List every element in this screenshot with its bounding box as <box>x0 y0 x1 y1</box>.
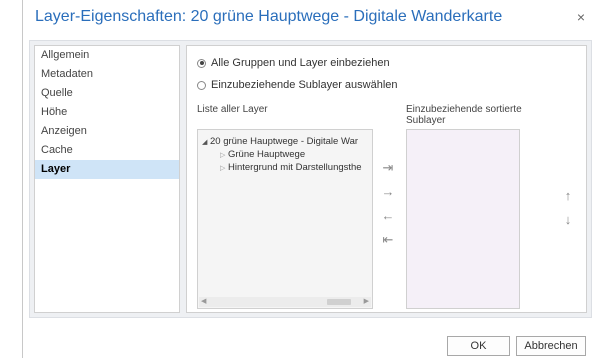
nav-item-quelle[interactable]: Quelle <box>35 84 179 103</box>
sorted-sublayer-list[interactable] <box>406 129 520 309</box>
select-sublayers-radio[interactable] <box>197 80 206 90</box>
tree-item-root[interactable]: ◢ 20 grüne Hauptwege - Digitale War <box>202 135 358 148</box>
nav-item-allgemein[interactable]: Allgemein <box>35 46 179 65</box>
scrollbar-thumb[interactable] <box>327 299 351 305</box>
move-up-icon[interactable]: ↑ <box>560 189 576 203</box>
tree-item-label: 20 grüne Hauptwege - Digitale War <box>210 136 359 147</box>
nav-item-hoehe[interactable]: Höhe <box>35 103 179 122</box>
dialog-title: Layer-Eigenschaften: 20 grüne Hauptwege … <box>35 8 503 25</box>
nav-item-metadaten[interactable]: Metadaten <box>35 65 179 84</box>
layer-tree[interactable]: ◢ 20 grüne Hauptwege - Digitale War ▷ Grün… <box>197 129 373 309</box>
include-all-label: Alle Gruppen und Layer einbeziehen <box>211 57 390 69</box>
remove-icon[interactable]: ← <box>380 209 396 223</box>
expanded-triangle-icon[interactable]: ◢ <box>202 136 210 149</box>
close-icon[interactable]: × <box>577 10 585 24</box>
sorted-list-label-line2: Sublayer <box>406 115 446 126</box>
layer-settings-panel: Alle Gruppen und Layer einbeziehen Einzu… <box>186 45 587 313</box>
add-icon[interactable]: → <box>380 185 396 199</box>
tree-item-hintergrund[interactable]: ▷ Hintergrund mit Darstellungsthe <box>220 161 362 174</box>
add-all-icon[interactable]: ⇥ <box>380 161 396 175</box>
collapsed-triangle-icon[interactable]: ▷ <box>220 162 228 175</box>
ok-button[interactable]: OK <box>447 336 510 356</box>
category-nav: Allgemein Metadaten Quelle Höhe Anzeigen… <box>34 45 180 313</box>
include-all-radio[interactable] <box>197 58 206 68</box>
tree-item-gruene-hauptwege[interactable]: ▷ Grüne Hauptwege <box>220 148 305 161</box>
layer-properties-dialog: Layer-Eigenschaften: 20 grüne Hauptwege … <box>22 0 593 358</box>
tree-item-label: Grüne Hauptwege <box>228 149 306 160</box>
include-all-option[interactable]: Alle Gruppen und Layer einbeziehen <box>197 55 390 71</box>
nav-item-cache[interactable]: Cache <box>35 141 179 160</box>
cancel-button[interactable]: Abbrechen <box>516 336 586 356</box>
dialog-body: Allgemein Metadaten Quelle Höhe Anzeigen… <box>29 40 592 318</box>
remove-all-icon[interactable]: ⇤ <box>380 233 396 247</box>
tree-item-label: Hintergrund mit Darstellungsthe <box>228 162 362 173</box>
move-down-icon[interactable]: ↓ <box>560 213 576 227</box>
scroll-left-icon[interactable]: ◀ <box>201 297 206 305</box>
nav-item-layer[interactable]: Layer <box>35 160 179 179</box>
horizontal-scrollbar[interactable]: ◀ ▶ <box>199 297 371 307</box>
sorted-list-label-line1: Einzubeziehende sortierte <box>406 104 522 115</box>
nav-item-anzeigen[interactable]: Anzeigen <box>35 122 179 141</box>
sorted-list-label: Einzubeziehende sortierte Sublayer <box>406 104 522 126</box>
layer-list-label: Liste aller Layer <box>197 104 268 115</box>
select-sublayers-option[interactable]: Einzubeziehende Sublayer auswählen <box>197 77 398 93</box>
select-sublayers-label: Einzubeziehende Sublayer auswählen <box>211 79 398 91</box>
scroll-right-icon[interactable]: ▶ <box>364 297 369 305</box>
